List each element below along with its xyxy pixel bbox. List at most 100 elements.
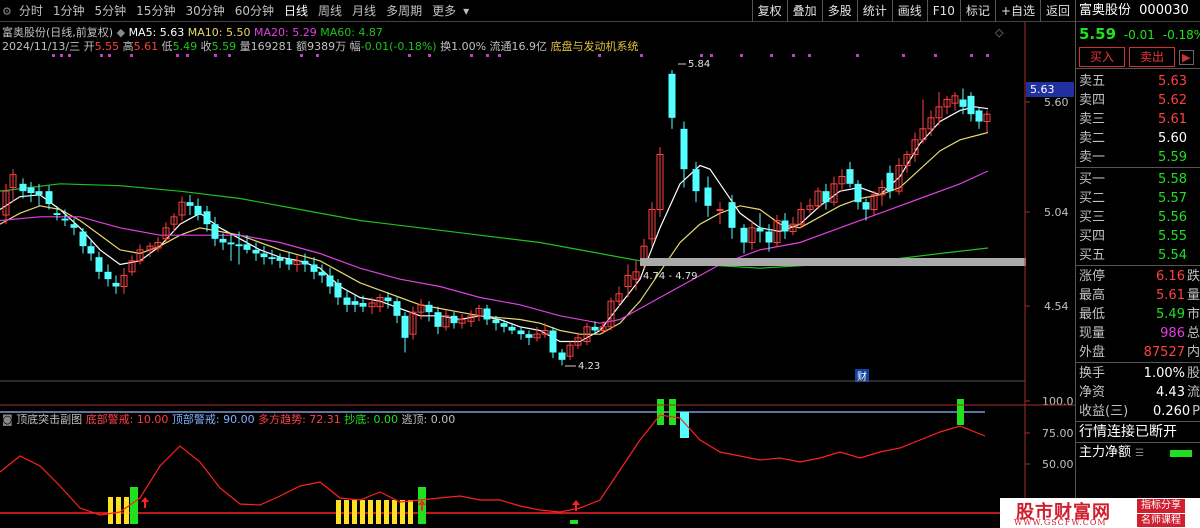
bottom-warn-bar [344, 500, 349, 524]
watermark-url: WWW.GSCFW.COM [1014, 518, 1107, 527]
candle-body [61, 218, 69, 221]
buy-button[interactable]: 买入 [1079, 47, 1126, 67]
asks-row[interactable]: 卖二 5.60 [1076, 129, 1200, 148]
stat-value: 1.00% [1143, 366, 1185, 381]
candle-body [334, 282, 342, 298]
stats-block-2: 换手 1.00% 股净资 4.43 流收益(三) 0.260 P [1076, 362, 1200, 421]
candle-body [508, 326, 516, 331]
signal-dot [408, 54, 411, 57]
expand-arrows-icon[interactable]: ▶ [1179, 49, 1194, 65]
bids-price: 5.57 [1158, 191, 1187, 206]
settings-icon: ◇ [995, 26, 1004, 39]
sell-bar [657, 399, 664, 425]
bids-price: 5.54 [1158, 248, 1187, 263]
stat-row: 净资 4.43 流 [1076, 383, 1200, 402]
kline-chart[interactable]: 4.74 - 4.795.844.23财 100.075.0050.00 5.6… [0, 0, 1075, 528]
quote-panel: 富奥股份 000030 5.59 -0.01 -0.18% 买入 卖出 ▶ 卖五… [1075, 0, 1200, 528]
asks-price: 5.60 [1158, 131, 1187, 146]
asks-row[interactable]: 卖五 5.63 [1076, 72, 1200, 91]
candle-body [351, 301, 359, 305]
bids-price: 5.55 [1158, 229, 1187, 244]
bottom-warn-bar [376, 500, 381, 524]
sell-bar [669, 399, 676, 425]
candle-body [558, 352, 566, 360]
quote-change: -0.01 [1123, 28, 1155, 42]
signal-dot [52, 54, 55, 57]
candle-body [886, 172, 894, 192]
candle-body [70, 224, 78, 228]
indicator-menu-icon[interactable]: ◙ [2, 413, 13, 426]
candle-body [268, 257, 276, 259]
watermark-badge-course: 名师课程 [1137, 514, 1185, 527]
gap-band [640, 258, 1026, 266]
stat-suffix: 市 [1186, 307, 1200, 322]
candle-body [704, 187, 712, 206]
up-arrow-icon [141, 497, 149, 508]
candle-body [680, 128, 688, 170]
asks-price: 5.61 [1158, 112, 1187, 127]
signal-dot [300, 54, 303, 57]
asks-label: 卖三 [1079, 112, 1106, 127]
sell-button[interactable]: 卖出 [1129, 47, 1176, 67]
candle-body [45, 191, 53, 204]
buy-signal-label: 抄底: 0.00 [344, 413, 398, 426]
bottom-warn-bar [352, 500, 357, 524]
signal-dot [640, 54, 643, 57]
net-flow-label: 主力净额 [1079, 445, 1132, 460]
bids-row[interactable]: 买一 5.58 [1076, 170, 1200, 189]
stat-row: 收益(三) 0.260 P [1076, 402, 1200, 421]
candle-body [384, 297, 392, 302]
candle-body [318, 271, 326, 276]
bids-row[interactable]: 买五 5.54 [1076, 246, 1200, 265]
quote-pct: -0.18% [1162, 28, 1200, 42]
candle-body [227, 242, 235, 245]
signal-dot [316, 54, 319, 57]
watermark-badge-share: 指标分享 [1137, 499, 1185, 513]
candle-body [194, 205, 202, 215]
candle-body [692, 169, 700, 192]
stat-row: 外盘 87527 内 [1076, 343, 1200, 362]
candle-body [975, 110, 983, 122]
bottom-warn-bar [116, 497, 121, 524]
asks-row[interactable]: 卖四 5.62 [1076, 91, 1200, 110]
bids-label: 买一 [1079, 172, 1106, 187]
signal-dot [108, 54, 111, 57]
stat-label: 现量 [1079, 326, 1106, 341]
buy-bar [130, 487, 138, 524]
asks-price: 5.59 [1158, 150, 1187, 165]
stat-suffix: 内 [1186, 345, 1200, 360]
candle-body [668, 73, 676, 118]
price-tick-label: 5.04 [1044, 206, 1069, 219]
stat-suffix: 流 [1186, 385, 1200, 400]
candle-body [450, 315, 458, 324]
candle-body [359, 303, 367, 307]
candle-body [285, 259, 293, 265]
candle-body [203, 211, 211, 225]
ind-tick-label: 75.00 [1042, 427, 1074, 440]
stat-suffix: 跌 [1186, 269, 1200, 284]
high-price-label: 5.84 [688, 59, 710, 70]
signal-dot [970, 54, 973, 57]
asks-row[interactable]: 卖三 5.61 [1076, 110, 1200, 129]
bids-row[interactable]: 买三 5.56 [1076, 208, 1200, 227]
candle-body [500, 323, 508, 327]
watermark: 股市财富网 WWW.GSCFW.COM 指标分享 名师课程 [1000, 498, 1200, 528]
candle-body [846, 169, 854, 184]
list-icon[interactable]: ☰ [1135, 448, 1144, 459]
bottom-warn-bar [384, 500, 389, 524]
stat-row: 涨停 6.16 跌 [1076, 267, 1200, 286]
candle-body [27, 187, 35, 193]
bottom-warn-bar [400, 500, 405, 524]
signal-dot [808, 54, 811, 57]
candle-body [186, 202, 194, 206]
stat-row: 换手 1.00% 股 [1076, 364, 1200, 383]
bottom-warn-bar [336, 500, 341, 524]
bottom-warn-bar [108, 497, 113, 524]
asks-row[interactable]: 卖一 5.59 [1076, 148, 1200, 167]
quote-stock-code: 000030 [1139, 3, 1189, 18]
net-flow-bar [1170, 450, 1192, 457]
ma20-line [0, 170, 989, 324]
bids-label: 买三 [1079, 210, 1106, 225]
bids-row[interactable]: 买二 5.57 [1076, 189, 1200, 208]
bids-row[interactable]: 买四 5.55 [1076, 227, 1200, 246]
